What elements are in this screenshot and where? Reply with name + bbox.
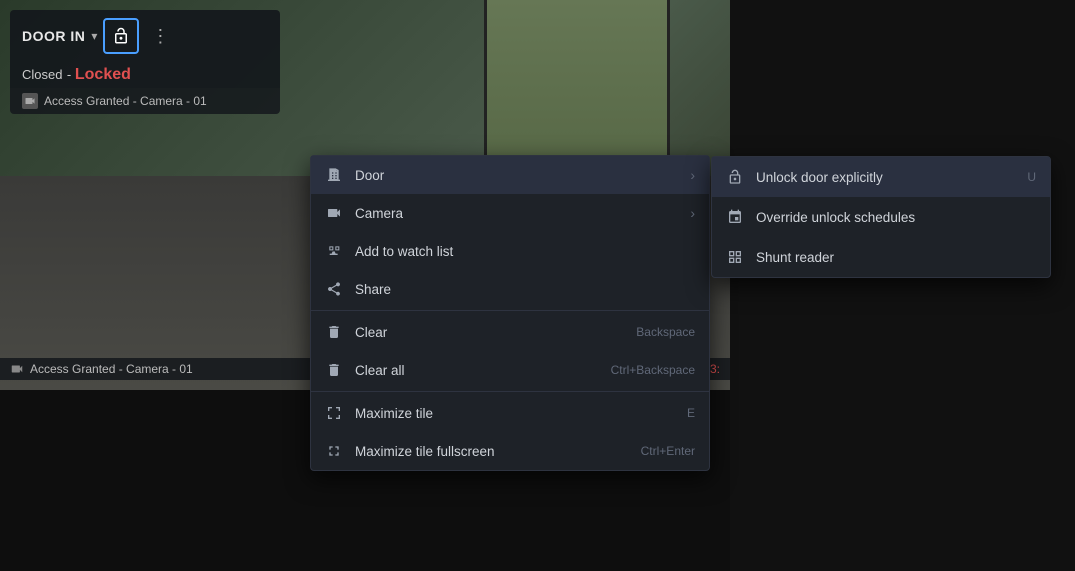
camera-menu-icon [325, 204, 343, 222]
fullscreen-icon [325, 442, 343, 460]
submenu-item-shunt[interactable]: Shunt reader [712, 237, 1050, 277]
door-title-bar: DOOR IN ▾ ⋮ [10, 10, 280, 62]
shunt-label: Shunt reader [756, 250, 1036, 265]
door-status-bar: Closed - Locked [10, 62, 280, 88]
door-status-separator: - [67, 67, 75, 82]
maximize-shortcut: E [687, 406, 695, 420]
right-panel [730, 0, 1075, 571]
menu-item-share[interactable]: Share [311, 270, 709, 308]
chevron-down-icon[interactable]: ▾ [91, 29, 97, 43]
door-menu-label: Door [355, 168, 678, 183]
divider-1 [311, 310, 709, 311]
override-label: Override unlock schedules [756, 210, 1036, 225]
door-title: DOOR IN [22, 28, 85, 44]
submenu-grid-icon [726, 248, 744, 266]
status-strip-text: Access Granted - Camera - 01 [30, 362, 193, 376]
camera-arrow-icon: › [690, 205, 695, 221]
unlock-door-label: Unlock door explicitly [756, 170, 1015, 185]
submenu-item-unlock[interactable]: Unlock door explicitly U [712, 157, 1050, 197]
maximize-icon [325, 404, 343, 422]
share-icon [325, 280, 343, 298]
door-locked-text: Locked [75, 66, 131, 83]
door-controls: ⋮ [103, 18, 173, 54]
menu-item-maximizefs[interactable]: Maximize tile fullscreen Ctrl+Enter [311, 432, 709, 470]
more-options-button[interactable]: ⋮ [147, 22, 173, 51]
menu-item-maximize[interactable]: Maximize tile E [311, 394, 709, 432]
unlock-shortcut: U [1027, 170, 1036, 184]
clearall-trash-icon [325, 361, 343, 379]
clearall-menu-label: Clear all [355, 363, 599, 378]
unlock-door-button[interactable] [103, 18, 139, 54]
clear-trash-icon [325, 323, 343, 341]
clear-shortcut: Backspace [636, 325, 695, 339]
submenu-calendar-icon [726, 208, 744, 226]
maximizefs-menu-label: Maximize tile fullscreen [355, 444, 629, 459]
share-menu-label: Share [355, 282, 695, 297]
context-menu: Door › Camera › Add to watch list Share [310, 155, 710, 471]
camera-overlay: DOOR IN ▾ ⋮ Closed - Locked Access Grant… [10, 10, 280, 114]
unlock-icon [112, 27, 130, 45]
status-left: Access Granted - Camera - 01 [10, 362, 193, 376]
menu-item-door[interactable]: Door › [311, 156, 709, 194]
menu-item-watch[interactable]: Add to watch list [311, 232, 709, 270]
menu-item-camera[interactable]: Camera › [311, 194, 709, 232]
clear-menu-label: Clear [355, 325, 624, 340]
maximize-menu-label: Maximize tile [355, 406, 675, 421]
menu-item-clearall[interactable]: Clear all Ctrl+Backspace [311, 351, 709, 389]
camera-access-text: Access Granted - Camera - 01 [44, 94, 207, 108]
camera-menu-label: Camera [355, 206, 678, 221]
door-icon [325, 166, 343, 184]
door-arrow-icon: › [690, 167, 695, 183]
submenu-item-override[interactable]: Override unlock schedules [712, 197, 1050, 237]
camera-small-icon [22, 93, 38, 109]
binoculars-icon [325, 242, 343, 260]
submenu-unlock-icon [726, 168, 744, 186]
door-submenu: Unlock door explicitly U Override unlock… [711, 156, 1051, 278]
door-closed-text: Closed [22, 67, 62, 82]
door-status: Closed - Locked [22, 66, 131, 84]
clearall-shortcut: Ctrl+Backspace [611, 363, 695, 377]
maximizefs-shortcut: Ctrl+Enter [641, 444, 695, 458]
camera-strip-icon [10, 362, 24, 376]
watch-menu-label: Add to watch list [355, 244, 695, 259]
divider-2 [311, 391, 709, 392]
camera-access-bar: Access Granted - Camera - 01 [10, 88, 280, 114]
menu-item-clear[interactable]: Clear Backspace [311, 313, 709, 351]
